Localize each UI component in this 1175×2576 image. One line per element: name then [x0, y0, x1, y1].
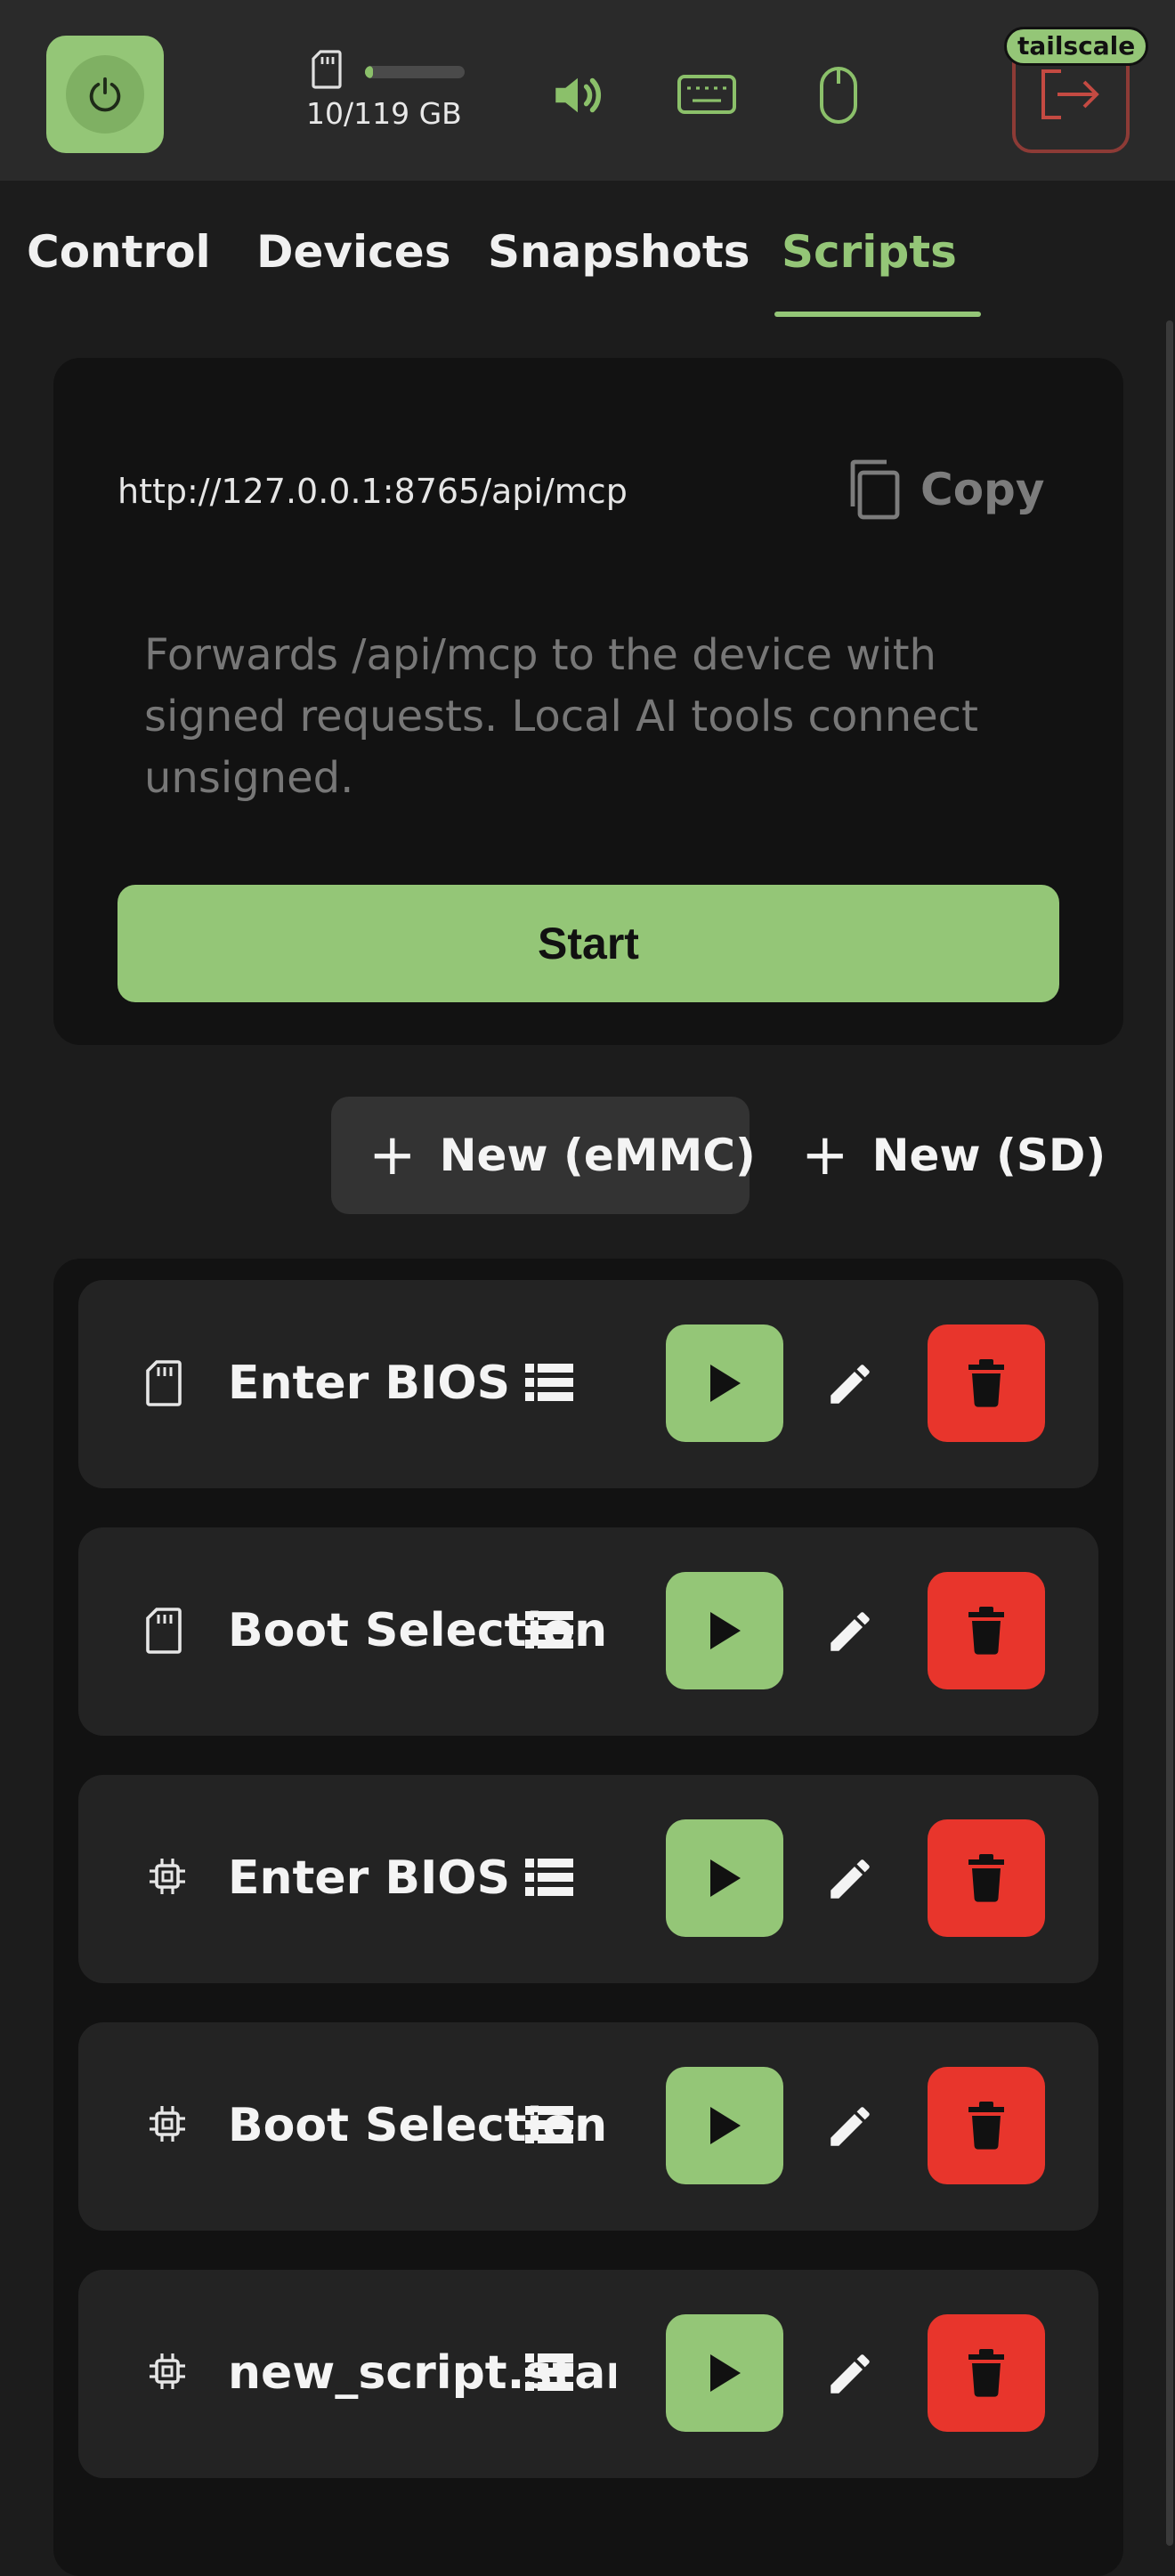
script-row: Enter BIOS — [78, 1775, 1098, 1983]
script-row: Enter BIOS — [78, 1280, 1098, 1488]
pencil-icon — [831, 1612, 870, 1651]
sd-card-icon — [146, 1360, 182, 1410]
new-emmc-label: New (eMMC) — [439, 1130, 756, 1181]
script-row: new_script.star — [78, 2270, 1098, 2478]
trash-icon — [968, 1359, 1004, 1407]
sd-card-icon — [312, 50, 342, 89]
storage-label: 10/119 GB — [306, 96, 462, 131]
storage-usage-bar — [365, 66, 465, 78]
chip-icon — [146, 2102, 189, 2149]
edit-script-button[interactable] — [824, 2348, 876, 2403]
tab-scripts[interactable]: Scripts — [782, 226, 957, 278]
play-icon — [710, 1612, 741, 1649]
edit-script-button[interactable] — [824, 1606, 876, 1661]
copy-label: Copy — [920, 464, 1045, 515]
edit-script-button[interactable] — [824, 1853, 876, 1908]
tailscale-badge: tailscale — [1004, 27, 1149, 66]
delete-script-button[interactable] — [928, 1572, 1045, 1689]
storage-usage-fill — [365, 66, 374, 78]
scrollbar[interactable] — [1166, 320, 1173, 2546]
edit-script-button[interactable] — [824, 2101, 876, 2156]
pencil-icon — [831, 2354, 870, 2394]
delete-script-button[interactable] — [928, 2314, 1045, 2432]
tab-bar: Control Devices Snapshots Scripts — [0, 214, 1175, 320]
run-script-button[interactable] — [666, 1572, 783, 1689]
run-script-button[interactable] — [666, 2067, 783, 2184]
pencil-icon — [831, 2107, 870, 2146]
mcp-url: http://127.0.0.1:8765/api/mcp — [118, 472, 628, 511]
list-icon[interactable] — [523, 2102, 575, 2151]
script-list: Enter BIOS Boot Selection Enter BIOS Boo… — [53, 1259, 1123, 2576]
power-icon — [66, 55, 144, 134]
top-bar: 10/119 GB tailscale — [0, 0, 1175, 181]
copy-button[interactable]: Copy — [846, 456, 1059, 523]
keyboard-icon[interactable] — [673, 68, 741, 121]
new-sd-label: New (SD) — [871, 1130, 1106, 1181]
run-script-button[interactable] — [666, 1324, 783, 1442]
chip-icon — [146, 2350, 189, 2396]
list-icon[interactable] — [523, 1608, 575, 1656]
pencil-icon — [831, 1365, 870, 1404]
tab-snapshots[interactable]: Snapshots — [488, 226, 750, 278]
chip-icon — [146, 1855, 189, 1901]
delete-script-button[interactable] — [928, 1819, 1045, 1937]
list-icon[interactable] — [523, 1360, 575, 1408]
trash-icon — [968, 2102, 1004, 2150]
script-row: Boot Selection — [78, 2022, 1098, 2231]
script-row: Boot Selection — [78, 1527, 1098, 1736]
trash-icon — [968, 2349, 1004, 2397]
power-button[interactable] — [46, 36, 164, 153]
edit-script-button[interactable] — [824, 1358, 876, 1414]
run-script-button[interactable] — [666, 1819, 783, 1937]
tab-control[interactable]: Control — [27, 226, 211, 278]
list-icon[interactable] — [523, 1855, 575, 1903]
trash-icon — [968, 1854, 1004, 1902]
pencil-icon — [831, 1859, 870, 1899]
mouse-icon[interactable] — [812, 62, 865, 128]
play-icon — [710, 2107, 741, 2144]
mcp-proxy-card: http://127.0.0.1:8765/api/mcp Copy Forwa… — [53, 358, 1123, 1045]
new-emmc-script-button[interactable]: + New (eMMC) — [331, 1097, 756, 1214]
new-sd-script-button[interactable]: + New (SD) — [776, 1097, 1106, 1214]
play-icon — [710, 1859, 741, 1897]
mcp-description: Forwards /api/mcp to the device with sig… — [144, 630, 978, 803]
delete-script-button[interactable] — [928, 2067, 1045, 2184]
active-tab-indicator — [774, 312, 981, 317]
storage-indicator: 10/119 GB — [294, 46, 472, 135]
start-button[interactable]: Start — [118, 885, 1059, 1002]
list-icon[interactable] — [523, 2350, 575, 2398]
delete-script-button[interactable] — [928, 1324, 1045, 1442]
logout-icon — [1041, 69, 1099, 119]
trash-icon — [968, 1607, 1004, 1655]
run-script-button[interactable] — [666, 2314, 783, 2432]
plus-icon: + — [801, 1122, 849, 1188]
play-icon — [710, 1365, 741, 1402]
play-icon — [710, 2354, 741, 2392]
copy-icon — [850, 459, 900, 520]
plus-icon: + — [369, 1122, 417, 1188]
volume-icon[interactable] — [545, 62, 611, 128]
sd-card-icon — [146, 1608, 182, 1657]
tab-devices[interactable]: Devices — [256, 226, 450, 278]
